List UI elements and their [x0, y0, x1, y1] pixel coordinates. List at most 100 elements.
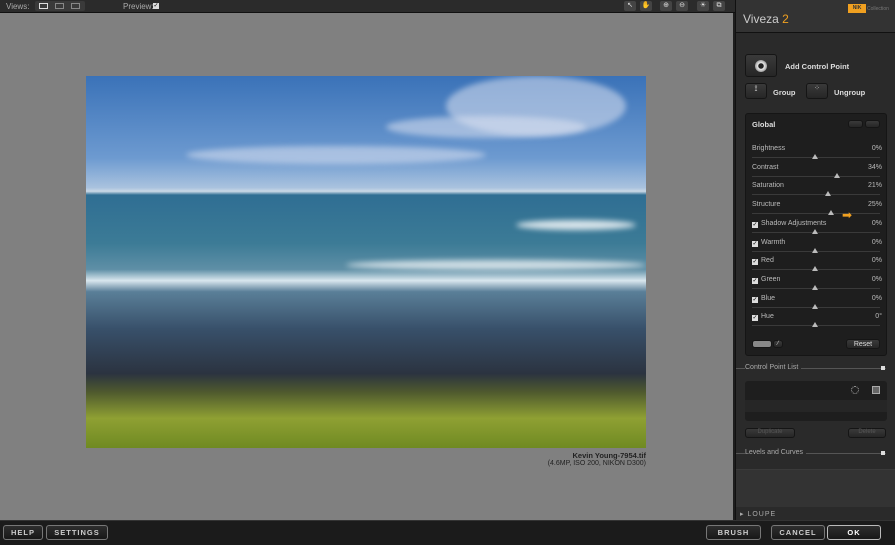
zoom-out-icon[interactable]: ⊖ [676, 1, 688, 11]
slider-label: Shadow Adjustments [761, 219, 827, 227]
expand-icon[interactable] [881, 451, 885, 455]
slider-thumb[interactable] [812, 284, 818, 290]
global-title: Global [752, 120, 776, 129]
app-title: Viveza 2 [743, 12, 789, 26]
slider-track[interactable] [752, 213, 880, 215]
show-all-checkbox[interactable] [872, 386, 880, 394]
swatch-button[interactable] [752, 340, 772, 348]
slider-value: 0% [871, 145, 882, 152]
cancel-button[interactable]: CANCEL [771, 525, 825, 540]
paste-settings-icon[interactable] [865, 120, 880, 128]
slider-thumb[interactable] [812, 303, 818, 309]
slider-thumb[interactable] [825, 191, 832, 197]
side-by-side-view-button[interactable] [71, 3, 80, 9]
group-icon: ⟟ [754, 84, 758, 93]
light-icon[interactable]: ☀ [697, 1, 709, 11]
slider-value: 0° [875, 313, 882, 321]
slider-label: Saturation [752, 182, 784, 190]
control-point-list-title: Control Point List [745, 364, 802, 371]
slider-row-warmth: ✓ Warmth 0% [752, 239, 882, 247]
add-control-point-label: Add Control Point [785, 62, 850, 71]
image-caption: Kevin Young-7954.tif (4.6MP, ISO 200, NI… [446, 451, 646, 467]
add-control-point-button[interactable] [745, 54, 777, 77]
slider-value: 0% [871, 219, 882, 227]
help-button[interactable]: HELP [3, 525, 43, 540]
slider-value: 21% [867, 182, 882, 190]
slider-thumb[interactable] [812, 228, 818, 234]
slider-value: 25% [867, 201, 882, 209]
hand-icon[interactable]: ✋ [640, 1, 652, 11]
ungroup-label: Ungroup [834, 88, 866, 97]
slider-track[interactable] [752, 194, 880, 196]
slider-value: 0% [871, 238, 882, 246]
control-point-icon [755, 60, 767, 72]
slider-label: Contrast [752, 163, 779, 171]
slider-track[interactable] [752, 175, 880, 177]
slider-row-blue: ✓ Blue 0% [752, 295, 882, 303]
settings-button[interactable]: SETTINGS [46, 525, 108, 540]
collapse-icon[interactable] [881, 366, 885, 370]
slider-row-contrast: Contrast 34% [752, 164, 882, 171]
slider-value: 0% [871, 275, 882, 283]
slider-value: 34% [867, 163, 882, 171]
slider-label: Hue [761, 313, 774, 321]
enable-checkbox[interactable]: ✓ [752, 315, 758, 322]
arrow-indicator-icon: ➡ [842, 208, 853, 222]
panel-header: Viveza 2 NIK Collection [736, 0, 895, 33]
collection-label: Collection [867, 6, 889, 12]
slider-label: Green [761, 275, 781, 283]
slider-row-green: ✓ Green 0% [752, 276, 882, 284]
view-mode-group [35, 1, 85, 11]
image-filename: Kevin Young-7954.tif [572, 451, 647, 460]
control-point-circle-icon[interactable] [851, 386, 859, 394]
compare-icon[interactable]: ⧉ [713, 1, 725, 11]
slider-row-structure: Structure 25% [752, 201, 882, 208]
slider-row-hue: ✓ Hue 0° [752, 313, 882, 322]
enable-checkbox[interactable]: ✓ [752, 221, 758, 228]
control-point-list [745, 381, 887, 421]
group-button[interactable]: ⟟ [745, 83, 767, 99]
slider-thumb[interactable] [812, 154, 818, 159]
copy-settings-icon[interactable] [848, 120, 863, 128]
top-toolbar: Views: Preview: ✓ ↖ ✋ ⊕ ⊖ ☀ ⧉ [0, 0, 735, 13]
slider-thumb[interactable] [812, 266, 818, 272]
slider-label: Blue [761, 294, 776, 302]
brush-button[interactable]: BRUSH [706, 525, 761, 540]
slider-thumb[interactable] [812, 247, 818, 253]
split-view-button[interactable] [55, 3, 64, 9]
slider-label: Brightness [752, 145, 786, 152]
nik-logo: NIK [848, 4, 866, 13]
views-label: Views: [6, 2, 30, 11]
empty-area [736, 469, 895, 507]
levels-curves-title[interactable]: Levels and Curves [745, 449, 806, 456]
hand-arrow-icon[interactable]: ↖ [624, 1, 636, 11]
preview-checkbox[interactable]: ✓ [153, 3, 159, 9]
ok-button[interactable]: OK [827, 525, 881, 540]
ungroup-icon: ⁘ [814, 85, 820, 92]
enable-checkbox[interactable]: ✓ [752, 259, 758, 266]
slider-thumb[interactable] [828, 210, 834, 216]
slider-row-saturation: Saturation 21% [752, 182, 882, 189]
zoom-in-icon[interactable]: ⊕ [660, 1, 672, 11]
photo-seascape[interactable] [86, 76, 646, 448]
loupe-toggle[interactable]: ▸ LOUPE [740, 510, 776, 518]
image-info: (4.6MP, ISO 200, NIKON D300) [547, 460, 646, 467]
reset-button[interactable]: Reset [846, 339, 880, 349]
slider-thumb[interactable] [833, 172, 840, 178]
delete-button[interactable]: Delete [848, 428, 886, 438]
single-view-button[interactable] [39, 3, 48, 9]
slider-value: 0% [871, 294, 882, 302]
ungroup-button[interactable]: ⁘ [806, 83, 828, 99]
slider-row-red: ✓ Red 0% [752, 257, 882, 266]
enable-checkbox[interactable]: ✓ [752, 277, 758, 284]
enable-checkbox[interactable]: ✓ [752, 296, 758, 303]
slider-row-brightness: Brightness 0% [752, 145, 882, 152]
slider-label: Structure [752, 201, 781, 209]
slider-thumb[interactable] [812, 322, 818, 328]
enable-checkbox[interactable]: ✓ [752, 240, 758, 247]
group-label: Group [773, 88, 796, 97]
slider-label: Red [761, 257, 774, 265]
preview-label: Preview: [123, 2, 154, 11]
duplicate-button[interactable]: Duplicate [745, 428, 795, 438]
eyedropper-icon[interactable]: ⁄ [773, 340, 783, 348]
